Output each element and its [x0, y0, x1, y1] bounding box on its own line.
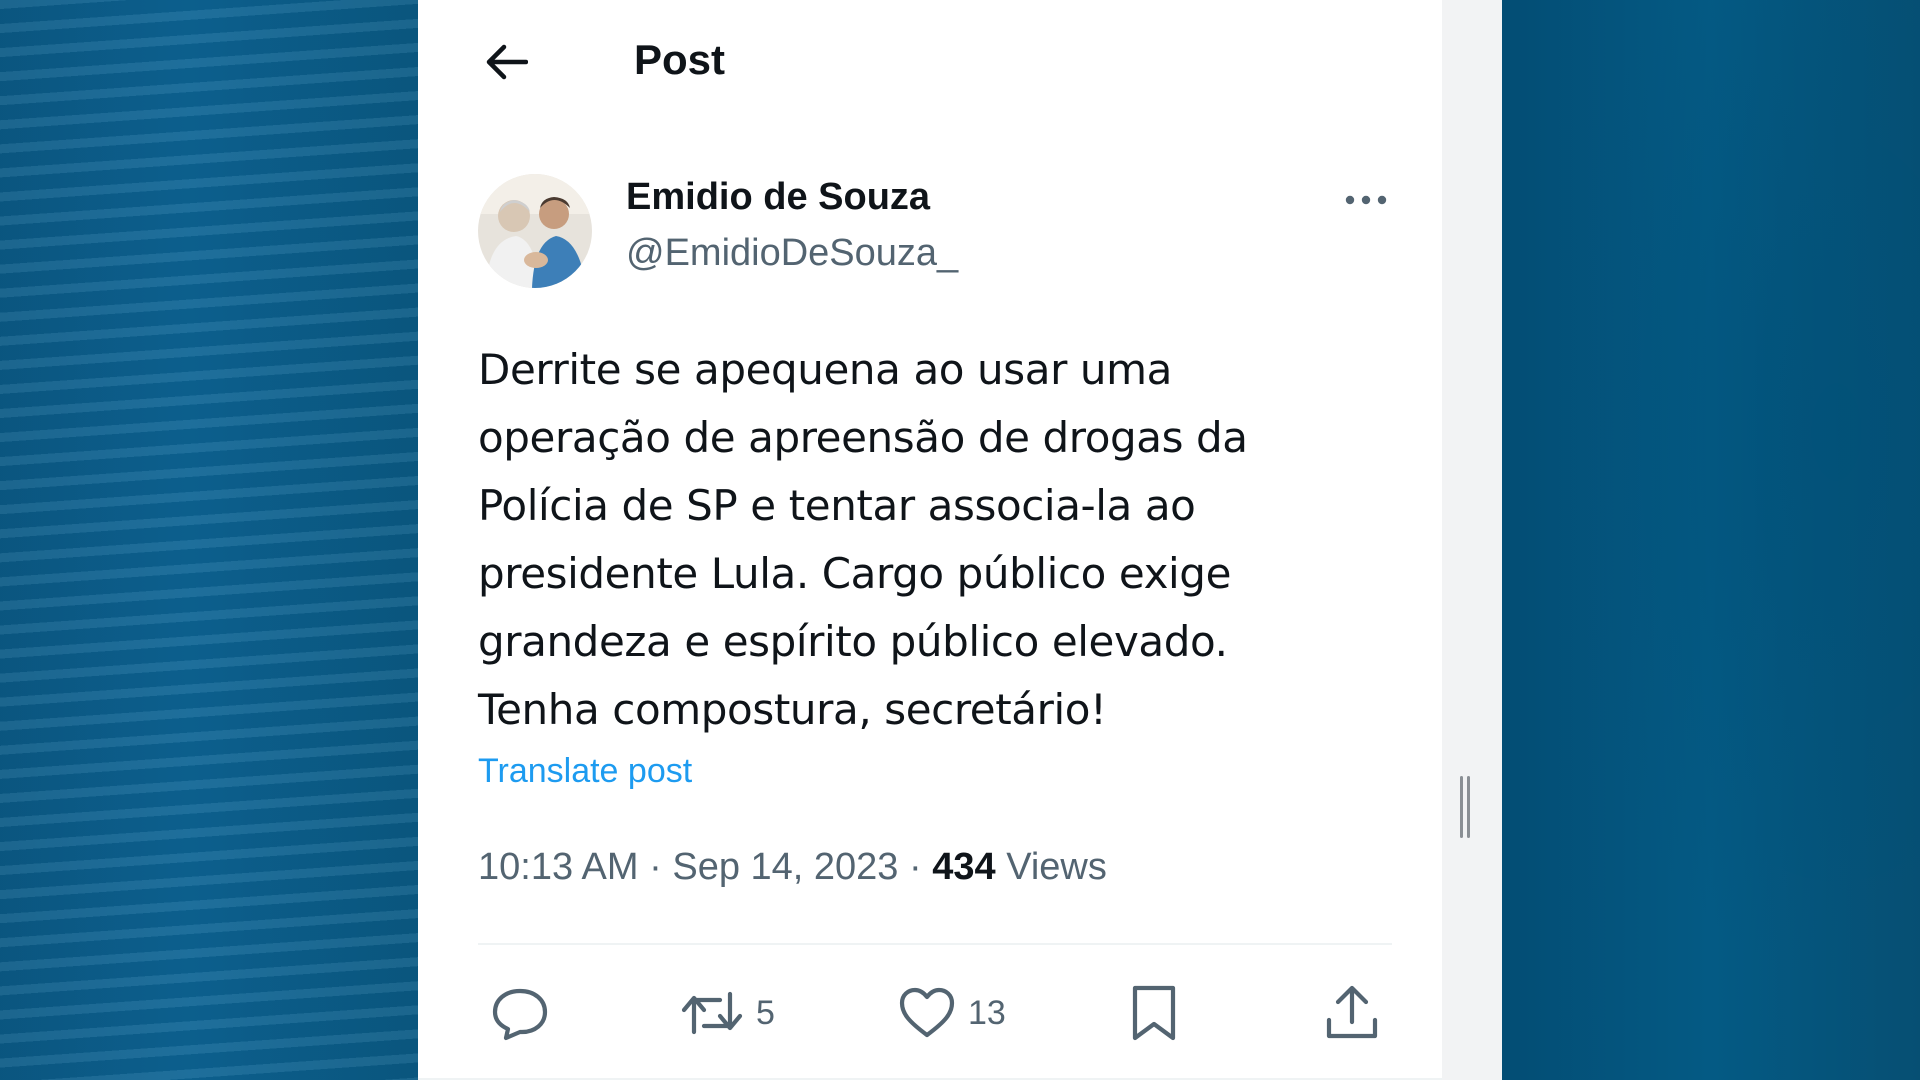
post-text-line: Polícia de SP e tentar associa-la ao [478, 481, 1196, 530]
avatar-photo [478, 174, 592, 288]
share-button[interactable] [1324, 976, 1380, 1050]
bookmark-icon [1132, 985, 1176, 1041]
post-text-line: Tenha compostura, secretário! [478, 685, 1107, 734]
scrollbar-handle[interactable] [1460, 776, 1472, 838]
post-text: Derrite se apequena ao usar uma operação… [478, 336, 1338, 744]
views-label: Views [1006, 846, 1107, 888]
panel-scroll-track [1442, 0, 1502, 1080]
more-options-button[interactable] [1336, 176, 1396, 224]
post-text-line: operação de apreensão de drogas da [478, 413, 1248, 462]
like-count: 13 [968, 993, 1006, 1032]
repost-icon [681, 991, 743, 1035]
reply-button[interactable] [490, 976, 562, 1050]
back-button[interactable] [478, 34, 534, 90]
views-count: 434 [932, 846, 996, 888]
share-icon [1326, 985, 1378, 1039]
author-name[interactable]: Emidio de Souza [626, 176, 930, 219]
repost-button[interactable]: 5 [680, 976, 775, 1050]
repost-count: 5 [756, 993, 775, 1032]
post-text-line: presidente Lula. Cargo público exige [478, 549, 1232, 598]
author-handle[interactable]: @EmidioDeSouza_ [626, 232, 958, 275]
post-time[interactable]: 10:13 AM [478, 846, 639, 888]
action-bar: 5 13 [478, 976, 1392, 1050]
post-meta: 10:13 AM · Sep 14, 2023 · 434 Views [478, 846, 1107, 889]
avatar[interactable] [478, 174, 592, 288]
heart-icon [899, 987, 955, 1038]
post-text-line: grandeza e espírito público elevado. [478, 617, 1228, 666]
meta-separator: · [649, 846, 662, 888]
meta-separator: · [909, 846, 922, 888]
like-button[interactable]: 13 [898, 976, 1006, 1050]
background-right [1502, 0, 1920, 1080]
reply-icon [492, 988, 548, 1041]
divider [478, 943, 1392, 945]
post-text-line: Derrite se apequena ao usar uma [478, 345, 1172, 394]
arrow-left-icon [486, 44, 528, 80]
more-dots-icon [1345, 195, 1387, 205]
page-title: Post [634, 36, 726, 83]
post-date[interactable]: Sep 14, 2023 [672, 846, 898, 888]
bookmark-button[interactable] [1130, 976, 1178, 1050]
background-left [0, 0, 420, 1080]
translate-post-link[interactable]: Translate post [478, 752, 692, 791]
